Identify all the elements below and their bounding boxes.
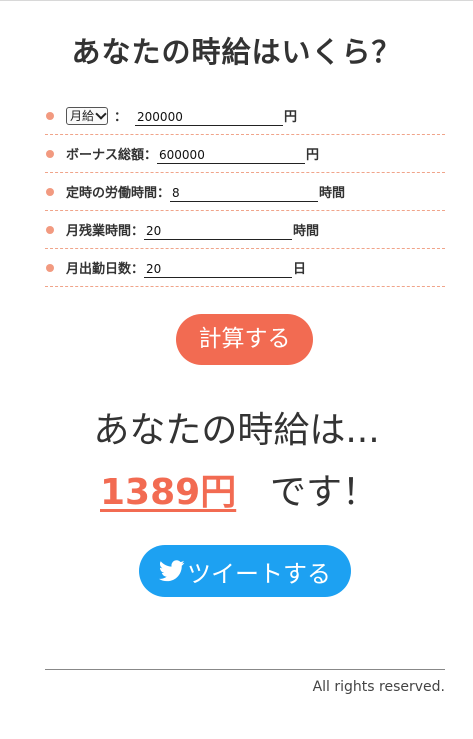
salary-type-select[interactable]: 月給	[66, 106, 109, 125]
bonus-label: ボーナス総額：	[66, 148, 158, 163]
salary-colon: ：	[114, 110, 128, 125]
twitter-bird-icon	[159, 560, 185, 582]
form-row-bonus: ボーナス総額： 600000 円	[45, 135, 445, 173]
form-row-work-hours: 定時の労働時間： 8 時間	[45, 173, 445, 211]
overtime-input[interactable]: 20	[144, 224, 293, 240]
work-hours-label: 定時の労働時間：	[66, 186, 171, 201]
bonus-unit: 円	[306, 148, 320, 163]
salary-input[interactable]: 200000	[135, 110, 284, 126]
salary-unit: 円	[284, 110, 298, 125]
form-row-salary: 月給 ： 200000 円	[45, 97, 445, 135]
calculate-button[interactable]: 計算する	[176, 314, 313, 365]
tweet-button[interactable]: ツイートする	[139, 545, 351, 597]
form-row-overtime: 月残業時間： 20 時間	[45, 211, 445, 249]
chevron-down-icon	[95, 107, 107, 120]
overtime-unit: 時間	[293, 224, 320, 239]
workdays-unit: 日	[293, 262, 307, 277]
footer-divider	[45, 669, 445, 670]
bullet-dot	[46, 111, 54, 120]
footer-text: All rights reserved.	[312, 679, 445, 695]
result-heading: あなたの時給は...	[93, 410, 380, 451]
bullet-dot	[46, 225, 54, 234]
bullet-dot	[46, 187, 54, 196]
bonus-input[interactable]: 600000	[157, 148, 306, 164]
form-row-workdays: 月出勤日数： 20 日	[45, 249, 445, 287]
workdays-input[interactable]: 20	[144, 262, 293, 278]
work-hours-unit: 時間	[319, 186, 346, 201]
workdays-label: 月出勤日数：	[66, 262, 145, 277]
tweet-button-label: ツイートする	[187, 559, 331, 588]
page-title: あなたの時給はいくら？	[71, 35, 402, 69]
bullet-dot	[46, 263, 54, 272]
work-hours-input[interactable]: 8	[170, 186, 319, 202]
result-amount: 1389円	[100, 472, 237, 513]
result-suffix: です！	[270, 472, 379, 513]
bullet-dot	[46, 149, 54, 158]
salary-type-value: 月給	[70, 109, 95, 123]
overtime-label: 月残業時間：	[66, 224, 145, 239]
page: あなたの時給はいくら？ 月給 ： 200000 円 ボーナス総額： 600000…	[0, 0, 473, 739]
wage-form: 月給 ： 200000 円 ボーナス総額： 600000 円 定時の労働時間： …	[45, 97, 445, 287]
